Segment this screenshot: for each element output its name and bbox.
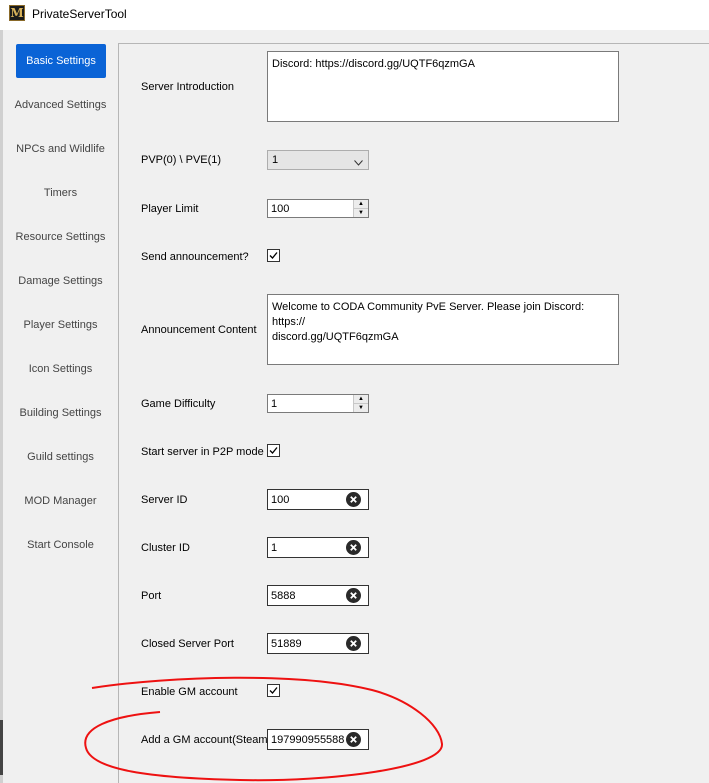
- nav-item-guild-settings[interactable]: Guild settings: [10, 440, 111, 474]
- server-id-label: Server ID: [141, 494, 188, 506]
- cluster-id-label: Cluster ID: [141, 542, 190, 554]
- add-gm-value: 197990955588: [271, 734, 345, 746]
- closed-server-port-field[interactable]: 51889: [267, 633, 369, 654]
- clear-icon[interactable]: [346, 588, 361, 603]
- p2p-mode-label: Start server in P2P mode: [141, 446, 264, 458]
- clear-icon[interactable]: [346, 540, 361, 555]
- send-announcement-label: Send announcement?: [141, 251, 249, 263]
- pvp-pve-label: PVP(0) \ PVE(1): [141, 154, 222, 166]
- add-gm-field[interactable]: 197990955588: [267, 729, 369, 750]
- spin-up-icon[interactable]: ▲: [354, 395, 368, 404]
- chevron-down-icon: [354, 157, 363, 169]
- announcement-content-textarea[interactable]: Welcome to CODA Community PvE Server. Pl…: [267, 294, 619, 365]
- game-difficulty-spinbox[interactable]: 1 ▲ ▼: [267, 394, 369, 413]
- enable-gm-label: Enable GM account: [141, 686, 238, 698]
- enable-gm-checkbox[interactable]: [267, 684, 280, 697]
- p2p-mode-checkbox[interactable]: [267, 444, 280, 457]
- nav-item-resource-settings[interactable]: Resource Settings: [10, 220, 111, 254]
- pvp-pve-select[interactable]: 1: [267, 150, 369, 170]
- clear-icon[interactable]: [346, 732, 361, 747]
- nav-item-timers[interactable]: Timers: [10, 176, 111, 210]
- nav-item-building-settings[interactable]: Building Settings: [10, 396, 111, 430]
- nav-item-icon-settings[interactable]: Icon Settings: [10, 352, 111, 386]
- port-label: Port: [141, 590, 162, 602]
- clear-icon[interactable]: [346, 492, 361, 507]
- announcement-content-label: Announcement Content: [141, 324, 257, 336]
- port-value: 5888: [271, 590, 296, 602]
- player-limit-value: 100: [271, 203, 290, 215]
- port-field[interactable]: 5888: [267, 585, 369, 606]
- window-left-edge: [0, 30, 3, 783]
- closed-server-port-value: 51889: [271, 638, 302, 650]
- closed-server-port-label: Closed Server Port: [141, 638, 234, 650]
- server-intro-textarea[interactable]: Discord: https://discord.gg/UQTF6qzmGA: [267, 51, 619, 122]
- nav-item-damage-settings[interactable]: Damage Settings: [10, 264, 111, 298]
- nav-item-npcs-wildlife[interactable]: NPCs and Wildlife: [10, 132, 111, 166]
- cluster-id-value: 1: [271, 542, 278, 554]
- spin-up-icon[interactable]: ▲: [354, 200, 368, 209]
- nav-item-start-console[interactable]: Start Console: [10, 528, 111, 562]
- nav-item-basic-settings[interactable]: Basic Settings: [16, 44, 106, 78]
- server-id-field[interactable]: 100: [267, 489, 369, 510]
- window-title: PrivateServerTool: [32, 7, 127, 21]
- game-difficulty-value: 1: [271, 398, 278, 410]
- add-gm-label: Add a GM account(Steam: [141, 734, 268, 746]
- checkmark-icon: [269, 252, 278, 259]
- title-bar: M PrivateServerTool: [0, 0, 709, 30]
- pvp-pve-value: 1: [272, 154, 279, 166]
- player-limit-label: Player Limit: [141, 203, 199, 215]
- cluster-id-field[interactable]: 1: [267, 537, 369, 558]
- send-announcement-checkbox[interactable]: [267, 249, 280, 262]
- server-intro-label: Server Introduction: [141, 81, 234, 93]
- server-id-value: 100: [271, 494, 290, 506]
- game-difficulty-label: Game Difficulty: [141, 398, 216, 410]
- checkmark-icon: [269, 447, 278, 454]
- checkmark-icon: [269, 687, 278, 694]
- player-limit-spinbox[interactable]: 100 ▲ ▼: [267, 199, 369, 218]
- spin-down-icon[interactable]: ▼: [354, 404, 368, 412]
- clear-icon[interactable]: [346, 636, 361, 651]
- nav-item-player-settings[interactable]: Player Settings: [10, 308, 111, 342]
- spin-down-icon[interactable]: ▼: [354, 209, 368, 217]
- nav-item-advanced-settings[interactable]: Advanced Settings: [10, 88, 111, 122]
- nav-item-mod-manager[interactable]: MOD Manager: [10, 484, 111, 518]
- app-logo-icon: M: [9, 5, 25, 21]
